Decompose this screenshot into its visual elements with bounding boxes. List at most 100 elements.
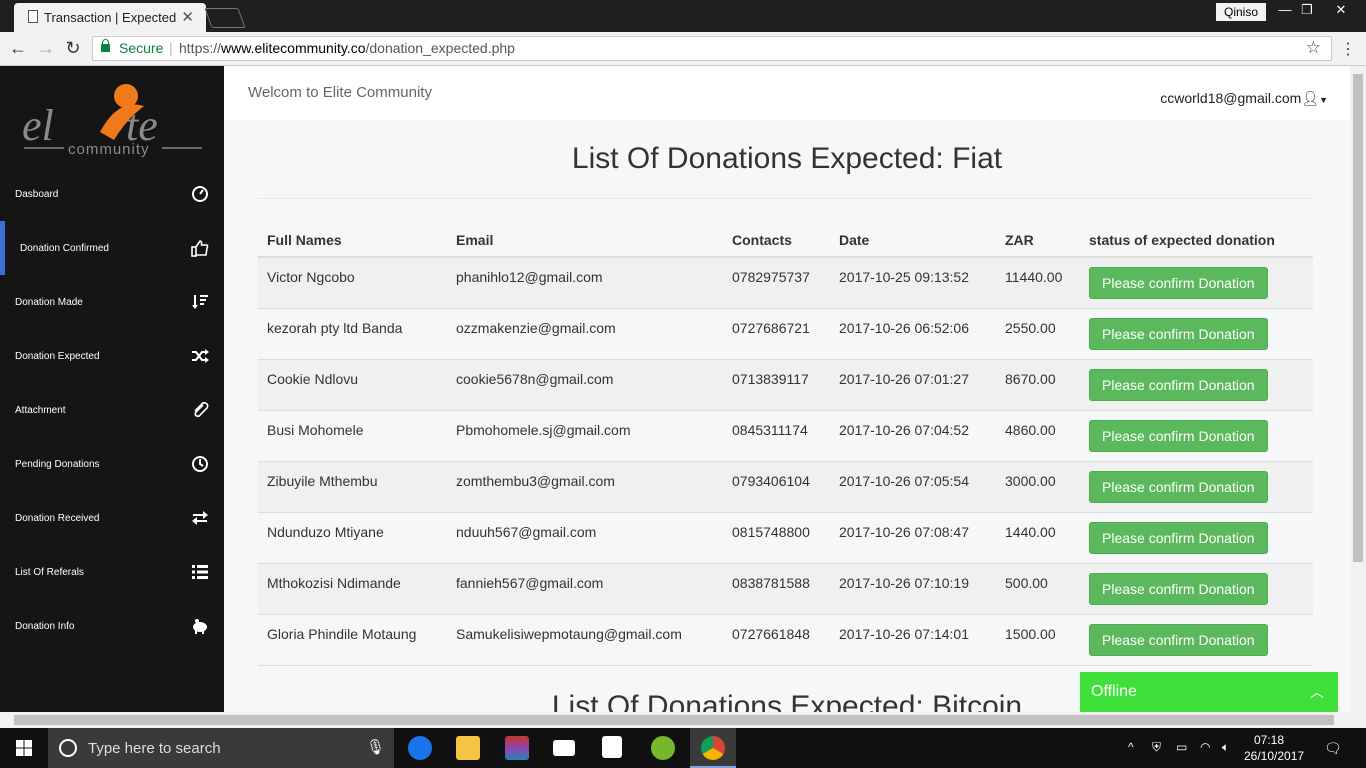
tab-close-icon[interactable]: ✕ xyxy=(181,8,194,26)
cell-status: Please confirm Donation xyxy=(1080,308,1313,360)
microphone-icon[interactable]: 🎙︎ xyxy=(366,738,385,756)
winrar-icon[interactable] xyxy=(505,736,529,760)
confirm-donation-button[interactable]: Please confirm Donation xyxy=(1089,368,1268,401)
cell-email: cookie5678n@gmail.com xyxy=(447,359,723,411)
column-header: Email xyxy=(447,224,723,258)
profile-button[interactable]: Qiniso xyxy=(1216,3,1267,21)
confirm-donation-button[interactable]: Please confirm Donation xyxy=(1089,623,1268,656)
vertical-scrollbar[interactable] xyxy=(1350,66,1366,712)
cortana-icon xyxy=(59,739,77,757)
cell-zar: 1500.00 xyxy=(996,614,1080,666)
sidebar-item-label: List Of Referals xyxy=(15,567,84,578)
sidebar-item-label: Attachment xyxy=(15,405,66,416)
confirm-donation-button[interactable]: Please confirm Donation xyxy=(1089,470,1268,503)
chrome-icon xyxy=(701,736,725,760)
back-arrow-icon[interactable]: ← xyxy=(8,38,28,59)
cell-zar: 1440.00 xyxy=(996,512,1080,564)
thumbs-up-icon xyxy=(191,240,209,257)
restore-button[interactable]: ❐ xyxy=(1292,0,1322,20)
cell-contact: 0815748800 xyxy=(723,512,830,564)
donations-table: Full Names Email Contacts Date ZAR statu… xyxy=(258,224,1313,666)
sidebar-item-pending-donations[interactable]: Pending Donations xyxy=(0,437,224,491)
cell-date: 2017-10-26 07:04:52 xyxy=(830,410,996,462)
utorrent-icon[interactable] xyxy=(651,736,675,760)
url-scheme: https:// xyxy=(179,40,222,56)
window-close-button[interactable]: ✕ xyxy=(1326,0,1356,20)
cell-status: Please confirm Donation xyxy=(1080,257,1313,309)
sidebar-item-donation-made[interactable]: Donation Made xyxy=(0,275,224,329)
bookmark-star-icon[interactable]: ☆ xyxy=(1306,38,1321,58)
sidebar-item-list-of-referals[interactable]: List Of Referals xyxy=(0,545,224,599)
cell-full-name: Zibuyile Mthembu xyxy=(258,461,447,513)
chat-widget[interactable]: Offline ︿ xyxy=(1080,672,1338,712)
cell-full-name: kezorah pty ltd Banda xyxy=(258,308,447,360)
scrollbar-thumb[interactable] xyxy=(1353,74,1363,562)
caret-down-icon: ▼ xyxy=(1319,95,1328,105)
volume-icon[interactable]: 🔈︎ xyxy=(1222,740,1229,755)
wifi-icon[interactable]: ◠ xyxy=(1200,740,1210,754)
cell-date: 2017-10-25 09:13:52 xyxy=(830,257,996,309)
horizontal-scrollbar[interactable] xyxy=(0,712,1366,728)
forward-arrow-icon[interactable]: → xyxy=(36,38,56,59)
cell-date: 2017-10-26 07:10:19 xyxy=(830,563,996,615)
sidebar-item-dashboard[interactable]: Dasboard xyxy=(0,167,224,221)
store-icon[interactable] xyxy=(602,736,622,758)
list-icon xyxy=(192,565,208,579)
cell-email: Pbmohomele.sj@gmail.com xyxy=(447,410,723,462)
chevron-up-icon[interactable]: ︿ xyxy=(1310,682,1324,702)
tray-chevron-icon[interactable]: ^ xyxy=(1128,740,1134,754)
svg-text:el: el xyxy=(22,101,54,150)
cell-status: Please confirm Donation xyxy=(1080,359,1313,411)
cell-full-name: Mthokozisi Ndimande xyxy=(258,563,447,615)
cell-email: ozzmakenzie@gmail.com xyxy=(447,308,723,360)
elite-community-logo: el te community xyxy=(22,84,202,158)
cell-zar: 500.00 xyxy=(996,563,1080,615)
scrollbar-thumb[interactable] xyxy=(14,715,1334,725)
browser-menu-icon[interactable]: ⋮ xyxy=(1340,39,1356,59)
confirm-donation-button[interactable]: Please confirm Donation xyxy=(1089,521,1268,554)
url-bar[interactable]: Secure | https://www.elitecommunity.co/d… xyxy=(92,36,1332,61)
cell-zar: 3000.00 xyxy=(996,461,1080,513)
notifications-icon[interactable]: 🗨︎ xyxy=(1324,740,1342,757)
sidebar-item-donation-info[interactable]: Donation Info xyxy=(0,599,224,653)
sidebar-item-donation-confirmed[interactable]: Donation Confirmed xyxy=(0,221,224,275)
confirm-donation-button[interactable]: Please confirm Donation xyxy=(1089,267,1268,299)
edge-icon[interactable] xyxy=(408,736,432,760)
cell-zar: 8670.00 xyxy=(996,359,1080,411)
cell-contact: 0845311174 xyxy=(723,410,830,462)
chrome-taskbar-button[interactable] xyxy=(690,728,736,768)
confirm-donation-button[interactable]: Please confirm Donation xyxy=(1089,419,1268,452)
reload-icon[interactable]: ↻ xyxy=(63,38,83,59)
user-menu[interactable]: ccworld18@gmail.com👤︎▼ xyxy=(1160,90,1328,107)
confirm-donation-button[interactable]: Please confirm Donation xyxy=(1089,572,1268,605)
cell-contact: 0838781588 xyxy=(723,563,830,615)
mail-icon[interactable] xyxy=(553,740,575,756)
sidebar-item-attachment[interactable]: Attachment xyxy=(0,383,224,437)
sidebar-item-donation-expected[interactable]: Donation Expected xyxy=(0,329,224,383)
sidebar-item-donation-received[interactable]: Donation Received xyxy=(0,491,224,545)
cell-status: Please confirm Donation xyxy=(1080,614,1313,666)
defender-icon[interactable]: ⛨ xyxy=(1152,740,1161,755)
windows-start-icon[interactable] xyxy=(16,740,32,756)
new-tab-button[interactable] xyxy=(204,8,246,28)
sort-icon xyxy=(192,295,208,309)
battery-icon[interactable]: ▭ xyxy=(1176,740,1187,754)
column-header: Full Names xyxy=(258,224,447,258)
url-path: /donation_expected.php xyxy=(365,40,515,56)
cell-date: 2017-10-26 07:01:27 xyxy=(830,359,996,411)
url-separator: | xyxy=(169,40,173,56)
cell-full-name: Gloria Phindile Motaung xyxy=(258,614,447,666)
browser-tab[interactable]: Transaction | Expected ✕ xyxy=(14,3,206,32)
address-toolbar: ← → ↻ Secure | https://www.elitecommunit… xyxy=(0,32,1366,66)
file-explorer-icon[interactable] xyxy=(456,736,480,760)
page-icon xyxy=(28,10,38,23)
cell-full-name: Busi Mohomele xyxy=(258,410,447,462)
piggy-bank-icon xyxy=(193,619,207,634)
column-header: status of expected donation xyxy=(1080,224,1313,258)
page-title: List Of Donations Expected: Fiat xyxy=(571,142,1003,175)
user-email: ccworld18@gmail.com xyxy=(1160,90,1302,106)
confirm-donation-button[interactable]: Please confirm Donation xyxy=(1089,317,1268,350)
clock-date: 26/10/2017 xyxy=(1244,749,1305,763)
system-clock[interactable]: 07:18 26/10/2017 xyxy=(1244,732,1305,764)
taskbar-search[interactable]: Type here to search 🎙︎ xyxy=(48,728,394,768)
